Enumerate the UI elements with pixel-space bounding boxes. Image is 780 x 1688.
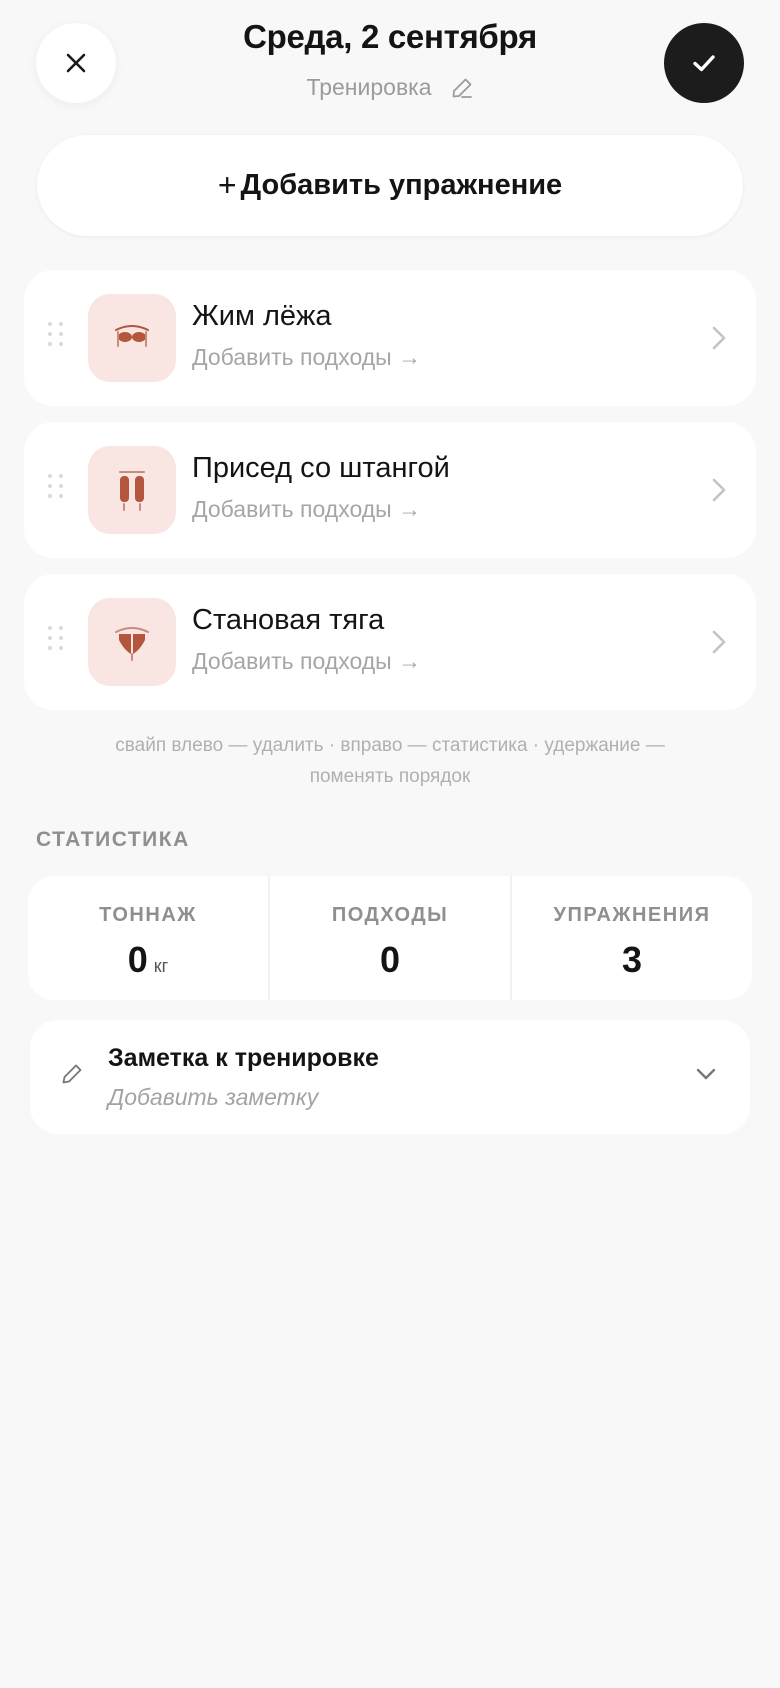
drag-handle-icon[interactable] — [48, 474, 64, 498]
add-exercise-button[interactable]: + Добавить упражнение — [37, 135, 743, 236]
stats-section-title: СТАТИСТИКА — [36, 828, 190, 851]
add-sets-link[interactable]: Добавить подходы → — [192, 496, 421, 523]
workout-screen: Среда, 2 сентября Тренировка + Добавить … — [0, 0, 780, 1688]
exercise-name: Присед со штангой — [192, 452, 450, 484]
plus-icon: + — [217, 167, 237, 203]
exercise-thumbnail — [88, 294, 176, 382]
note-title: Заметка к тренировке — [108, 1044, 379, 1072]
chevron-right-icon — [712, 630, 726, 654]
back-muscle-icon — [115, 627, 149, 661]
stat-unit: кг — [153, 956, 169, 976]
workout-note-card[interactable]: Заметка к тренировке Добавить заметку — [30, 1020, 750, 1134]
stat-label: ПОДХОДЫ — [331, 904, 449, 926]
stats-panel: ТОННАЖ 0 кг ПОДХОДЫ 0 УПРАЖНЕНИЯ 3 — [28, 876, 752, 1000]
drag-handle-icon[interactable] — [48, 626, 64, 650]
exercise-name: Жим лёжа — [192, 300, 332, 332]
workout-name-row[interactable]: Тренировка — [0, 74, 780, 101]
exercise-name: Становая тяга — [192, 604, 385, 636]
stat-exercises: УПРАЖНЕНИЯ 3 — [510, 876, 752, 1000]
note-placeholder[interactable]: Добавить заметку — [108, 1084, 318, 1111]
edit-pencil-icon — [452, 78, 472, 98]
stat-tonnage: ТОННАЖ 0 кг — [28, 876, 268, 1000]
exercise-card[interactable]: Становая тяга Добавить подходы → — [24, 574, 756, 710]
workout-name: Тренировка — [306, 74, 432, 100]
exercise-card[interactable]: Присед со штангой Добавить подходы → — [24, 422, 756, 558]
add-sets-link[interactable]: Добавить подходы → — [192, 344, 421, 371]
pencil-icon — [62, 1064, 82, 1084]
stat-value: 0 — [379, 939, 401, 980]
exercise-card[interactable]: Жим лёжа Добавить подходы → — [24, 270, 756, 406]
checkmark-icon — [693, 55, 715, 72]
chevron-right-icon — [712, 326, 726, 350]
add-exercise-label: Добавить упражнение — [240, 169, 563, 201]
legs-muscle-icon — [119, 471, 145, 511]
exercise-thumbnail — [88, 446, 176, 534]
exercise-thumbnail — [88, 598, 176, 686]
stat-label: ТОННАЖ — [99, 904, 197, 926]
gesture-hint-line: поменять порядок — [309, 766, 471, 787]
chevron-right-icon — [712, 478, 726, 502]
chevron-down-icon — [696, 1068, 716, 1080]
drag-handle-icon[interactable] — [48, 322, 64, 346]
page-title: Среда, 2 сентября — [243, 18, 537, 55]
stat-label: УПРАЖНЕНИЯ — [553, 904, 711, 926]
chest-muscle-icon — [115, 325, 149, 347]
stat-sets: ПОДХОДЫ 0 — [268, 876, 510, 1000]
add-sets-link[interactable]: Добавить подходы → — [192, 648, 421, 675]
gesture-hint-line: свайп влево — удалить · вправо — статист… — [115, 735, 665, 756]
finish-workout-button[interactable] — [664, 23, 744, 103]
stat-value: 3 — [621, 939, 643, 980]
stat-value: 0 — [127, 939, 148, 980]
gesture-hint: свайп влево — удалить · вправо — статист… — [60, 730, 720, 792]
